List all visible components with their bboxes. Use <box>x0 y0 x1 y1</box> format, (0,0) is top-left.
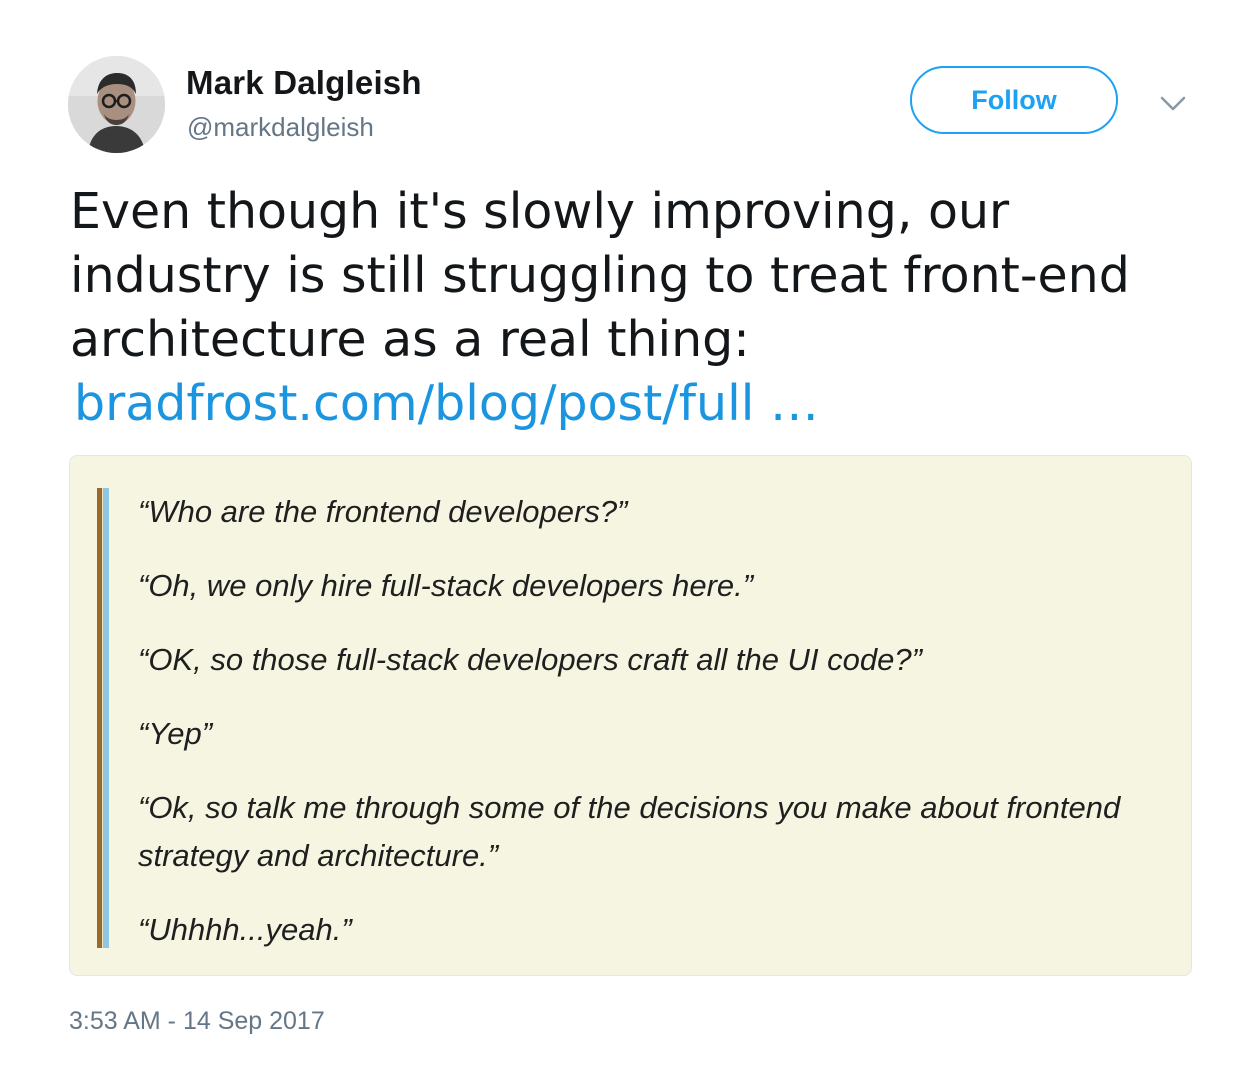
tweet-timestamp[interactable]: 3:53 AM - 14 Sep 2017 <box>69 1007 325 1036</box>
tweet-text-body: Even though it's slowly improving, our i… <box>70 183 1130 368</box>
tweet-link[interactable]: bradfrost.com/blog/post/full … <box>74 372 819 436</box>
quote-line: “OK, so those full-stack developers craf… <box>138 642 922 677</box>
quote-accent-bar <box>97 488 109 948</box>
tweet: Mark Dalgleish @markdalgleish Follow Eve… <box>0 0 1260 1065</box>
quote-line: “Yep” <box>138 716 213 751</box>
quote-line: “Uhhhh...yeah.” <box>138 912 352 947</box>
chevron-down-icon[interactable] <box>1156 90 1190 116</box>
author-handle[interactable]: @markdalgleish <box>187 112 374 143</box>
quote-line: “Ok, so talk me through some of the deci… <box>138 790 1121 873</box>
author-display-name[interactable]: Mark Dalgleish <box>186 64 422 102</box>
author-avatar[interactable] <box>68 56 165 153</box>
tweet-media-image[interactable]: “Who are the frontend developers?” “Oh, … <box>69 455 1192 976</box>
user-avatar-photo-icon <box>68 56 165 153</box>
follow-button[interactable]: Follow <box>910 66 1118 134</box>
quote-line: “Who are the frontend developers?” <box>138 494 628 529</box>
quote-list: “Who are the frontend developers?” “Oh, … <box>138 488 1168 954</box>
tweet-text: Even though it's slowly improving, our i… <box>70 180 1210 436</box>
quote-line: “Oh, we only hire full-stack developers … <box>138 568 754 603</box>
